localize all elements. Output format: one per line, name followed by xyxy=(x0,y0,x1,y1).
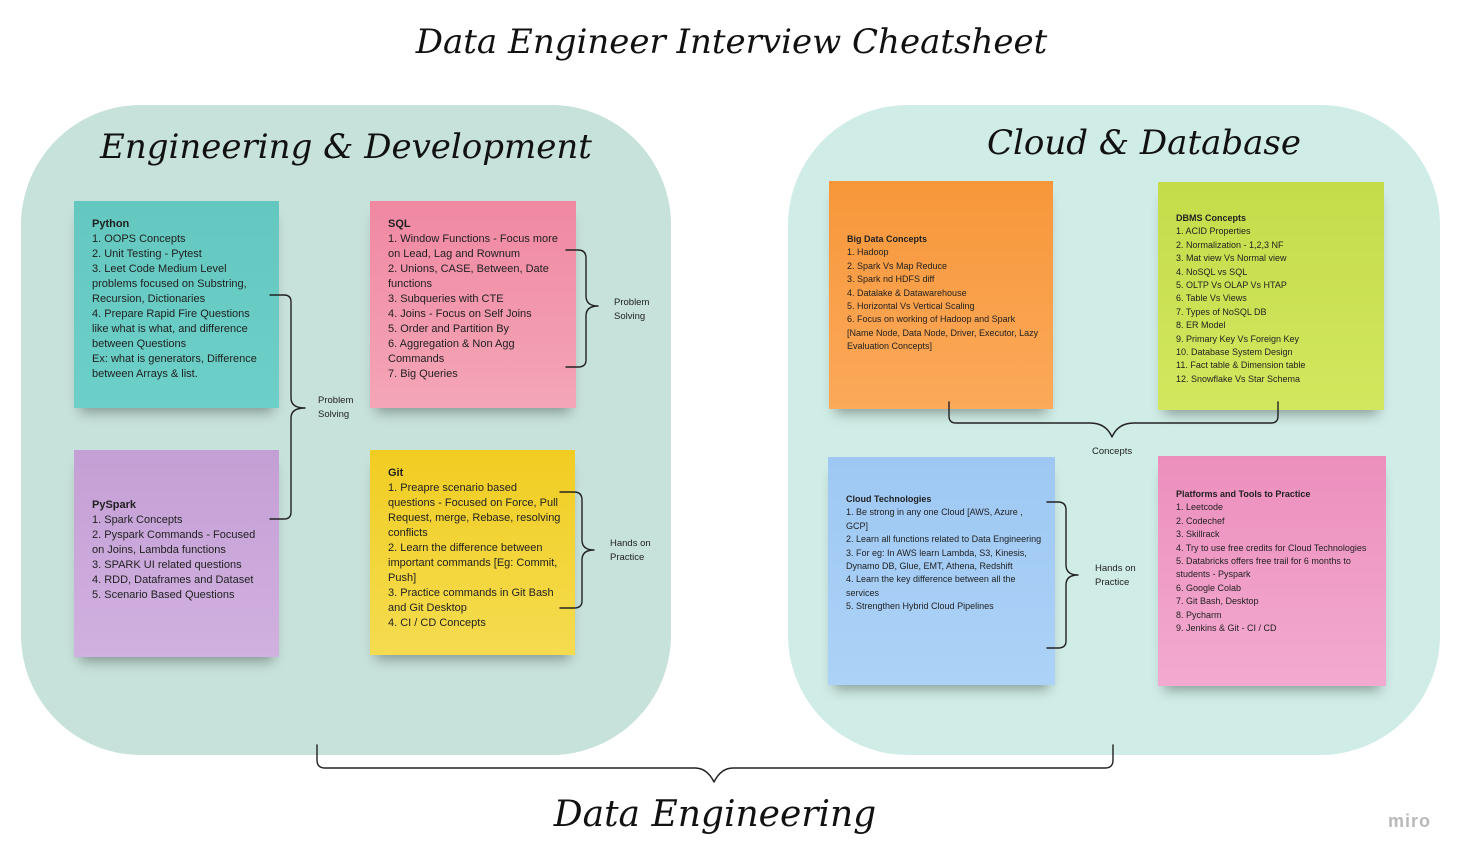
python-pyspark-brace xyxy=(269,294,306,520)
cloud-technologies-label: Hands on Practice xyxy=(1095,563,1136,588)
data-engineering-brace xyxy=(316,744,1114,783)
git-brace xyxy=(559,491,595,609)
python-pyspark-label: Problem Solving xyxy=(318,395,354,420)
sql-label: Problem Solving xyxy=(614,297,650,322)
bracket-connectors xyxy=(269,249,1279,783)
concepts-brace xyxy=(948,401,1279,438)
git-label: Hands on Practice xyxy=(610,538,651,563)
cloud-technologies-brace xyxy=(1046,501,1079,649)
concepts-label: Concepts xyxy=(1092,446,1133,457)
bottom-title: Data Engineering xyxy=(553,794,877,835)
sql-brace xyxy=(565,249,599,368)
miro-watermark: miro xyxy=(1387,811,1431,831)
